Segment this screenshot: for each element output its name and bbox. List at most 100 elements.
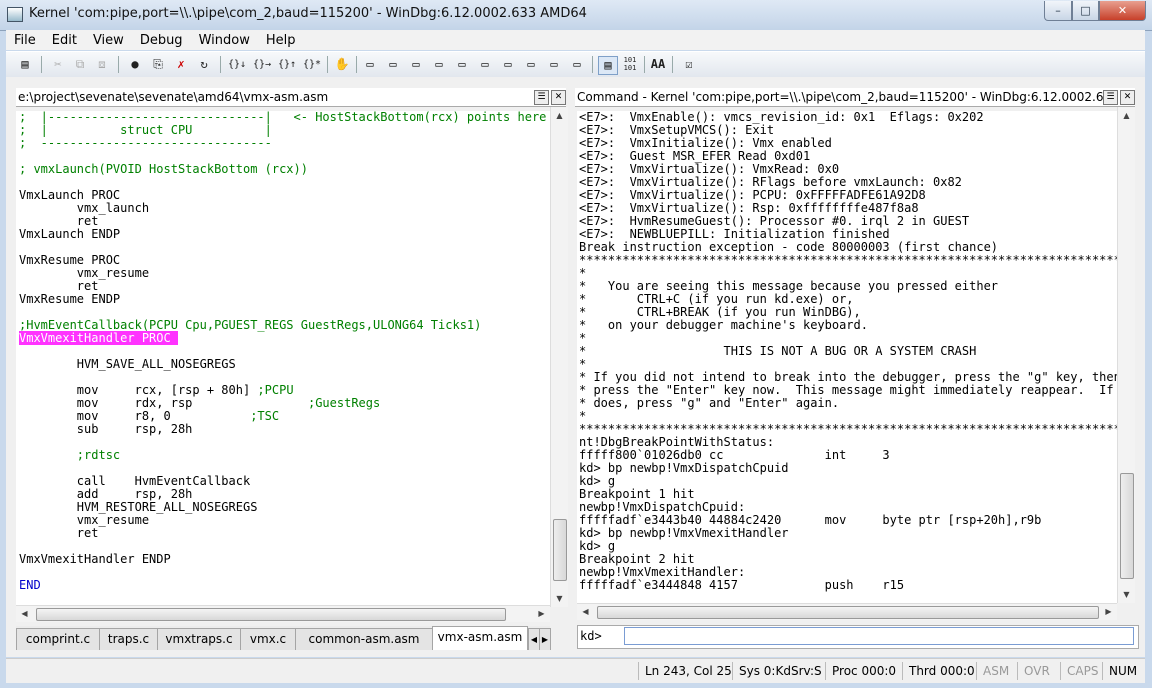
toolbar-separator: [672, 56, 673, 73]
toolbar-separator: [327, 56, 328, 73]
step-out-icon[interactable]: {}↑: [276, 56, 298, 73]
restart-icon[interactable]: ↻: [195, 56, 213, 73]
scrollbar-thumb[interactable]: [553, 519, 567, 581]
open-executable-icon[interactable]: ⎘: [149, 56, 167, 73]
scrollbar-thumb[interactable]: [1120, 473, 1134, 579]
step-into-icon[interactable]: {}↓: [226, 56, 248, 73]
menu-help[interactable]: Help: [258, 33, 304, 48]
minimize-button[interactable]: –: [1044, 1, 1072, 21]
command-horizontal-scrollbar[interactable]: ◀ ▶: [577, 603, 1117, 620]
status-caps: CAPS: [1060, 662, 1098, 680]
status-thread: Thrd 000:0: [902, 662, 975, 680]
window-title: Kernel 'com:pipe,port=\\.\pipe\com_2,bau…: [29, 6, 587, 21]
scroll-up-icon[interactable]: ▲: [551, 107, 568, 124]
call-stack-window-icon[interactable]: ▭: [476, 56, 494, 73]
hand-icon[interactable]: ✋: [333, 56, 351, 73]
cut-icon[interactable]: ✂: [50, 56, 66, 73]
locals-window-icon[interactable]: ▭: [407, 56, 425, 73]
command-pane-close-icon[interactable]: ✕: [1120, 90, 1135, 105]
processes-threads-icon[interactable]: ▭: [545, 56, 563, 73]
tab-comprint-c[interactable]: comprint.c: [16, 628, 100, 650]
open-source-file-icon[interactable]: ▤: [16, 56, 34, 73]
toolbar: ▤ ✂ ⧉ ⧈ ● ⎘ ✗ ↻ {}↓ {}→ {}↑ {}* ✋ ▭ ▭ ▭ …: [6, 51, 1145, 78]
command-window-icon[interactable]: ▭: [361, 56, 379, 73]
source-line: vmx_launch: [19, 201, 150, 215]
step-over-icon[interactable]: {}→: [251, 56, 273, 73]
menu-edit[interactable]: Edit: [44, 33, 85, 48]
command-prompt: kd>: [580, 629, 602, 643]
status-process: Proc 000:0: [825, 662, 896, 680]
source-line: ; vmxLaunch(PVOID HostStackBottom (rcx)): [19, 162, 308, 176]
source-line: sub rsp, 28h: [19, 422, 193, 436]
tab-scroll-right-icon[interactable]: ▶: [539, 628, 551, 650]
disassembly-window-icon[interactable]: ▭: [499, 56, 517, 73]
tab-vmx-c[interactable]: vmx.c: [240, 628, 296, 650]
menu-window[interactable]: Window: [191, 33, 258, 48]
source-file-path: e:\project\sevenate\sevenate\amd64\vmx-a…: [18, 90, 329, 104]
font-icon[interactable]: AA: [649, 56, 667, 73]
source-line: vmx_resume: [19, 513, 150, 527]
tab-vmxtraps-c[interactable]: vmxtraps.c: [157, 628, 241, 650]
maximize-button[interactable]: □: [1072, 1, 1099, 21]
command-vertical-scrollbar[interactable]: ▲ ▼: [1117, 107, 1135, 603]
scrollbar-thumb[interactable]: [597, 606, 1099, 619]
status-line-col: Ln 243, Col 25: [638, 662, 732, 680]
source-line: END: [19, 578, 41, 592]
scroll-left-icon[interactable]: ◀: [16, 606, 33, 622]
scratch-pad-icon[interactable]: ▭: [522, 56, 540, 73]
menu-bar: File Edit View Debug Window Help: [6, 30, 1145, 50]
source-line: ; --------------------------------: [19, 136, 272, 150]
scroll-down-icon[interactable]: ▼: [1118, 586, 1135, 603]
source-pane-menu-icon[interactable]: ☰: [534, 90, 549, 105]
command-pane-header: Command - Kernel 'com:pipe,port=\\.\pipe…: [575, 88, 1135, 107]
hex-status-icon[interactable]: 101 101: [620, 56, 640, 73]
scrollbar-thumb[interactable]: [36, 608, 506, 621]
options-icon[interactable]: ☑: [680, 56, 698, 73]
menu-view[interactable]: View: [85, 33, 132, 48]
source-line: vmx_resume: [19, 266, 150, 280]
toolbar-separator: [220, 56, 221, 73]
scroll-up-icon[interactable]: ▲: [1118, 107, 1135, 124]
command-output-line: fffffadf`e3444848 4157 push r15: [579, 578, 905, 592]
command-input-bar: kd>: [577, 625, 1139, 649]
source-line: VmxVmexitHandler ENDP: [19, 552, 171, 566]
copy-icon[interactable]: ⧉: [72, 56, 88, 73]
source-line: HVM_SAVE_ALL_NOSEGREGS: [19, 357, 236, 371]
tab-vmx-asm[interactable]: vmx-asm.asm: [432, 626, 528, 650]
command-pane-menu-icon[interactable]: ☰: [1103, 90, 1118, 105]
command-input[interactable]: [624, 627, 1134, 645]
toolbar-separator: [644, 56, 645, 73]
source-mode-icon[interactable]: ▤: [598, 56, 618, 75]
toolbar-separator: [41, 56, 42, 73]
scroll-left-icon[interactable]: ◀: [577, 604, 594, 620]
scroll-right-icon[interactable]: ▶: [533, 606, 550, 622]
scroll-down-icon[interactable]: ▼: [551, 590, 568, 607]
close-button[interactable]: ✕: [1099, 1, 1146, 21]
scroll-right-icon[interactable]: ▶: [1100, 604, 1117, 620]
tab-traps-c[interactable]: traps.c: [99, 628, 158, 650]
window-list-icon[interactable]: ▭: [568, 56, 586, 73]
file-tabs: comprint.c traps.c vmxtraps.c vmx.c comm…: [16, 626, 551, 650]
watch-window-icon[interactable]: ▭: [384, 56, 402, 73]
insert-breakpoint-icon[interactable]: ●: [126, 56, 144, 73]
status-num: NUM: [1102, 662, 1137, 680]
break-icon[interactable]: ✗: [172, 56, 190, 73]
run-to-cursor-icon[interactable]: {}*: [301, 56, 323, 73]
source-pane-close-icon[interactable]: ✕: [551, 90, 566, 105]
windbg-app-icon[interactable]: [7, 7, 23, 22]
source-code-view[interactable]: ; |------------------------------| <- Ho…: [16, 111, 550, 605]
memory-window-icon[interactable]: ▭: [453, 56, 471, 73]
status-system: Sys 0:KdSrv:S: [732, 662, 822, 680]
toolbar-separator: [356, 56, 357, 73]
command-output[interactable]: <E7>: VmxEnable(): vmcs_revision_id: 0x1…: [577, 111, 1117, 604]
registers-window-icon[interactable]: ▭: [430, 56, 448, 73]
paste-icon[interactable]: ⧈: [94, 56, 110, 73]
menu-debug[interactable]: Debug: [132, 33, 191, 48]
menu-file[interactable]: File: [6, 33, 44, 48]
source-pane-header: e:\project\sevenate\sevenate\amd64\vmx-a…: [16, 88, 566, 107]
source-line: ;rdtsc: [19, 448, 121, 462]
source-line: ret: [19, 526, 99, 540]
source-horizontal-scrollbar[interactable]: ◀ ▶: [16, 605, 550, 622]
tab-common-asm[interactable]: common-asm.asm: [295, 628, 433, 650]
source-vertical-scrollbar[interactable]: ▲ ▼: [550, 107, 568, 607]
